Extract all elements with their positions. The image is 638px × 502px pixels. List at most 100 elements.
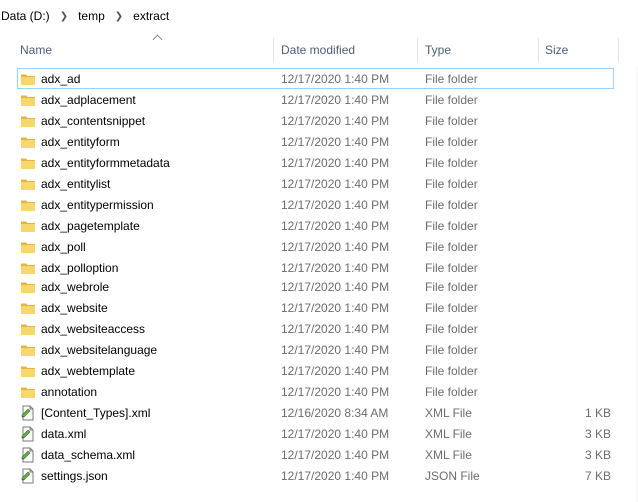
file-date-modified: 12/16/2020 8:34 AM [281, 406, 389, 420]
breadcrumb-item-extract[interactable]: extract [129, 9, 173, 23]
folder-icon [20, 71, 36, 87]
column-header-bar: Name Date modified Type Size [0, 32, 638, 66]
file-type: File folder [425, 364, 478, 378]
file-type: File folder [425, 177, 478, 191]
file-name: settings.json [41, 469, 108, 483]
table-row[interactable]: annotation 12/17/2020 1:40 PM File folder [17, 381, 614, 402]
folder-icon [20, 134, 36, 150]
chevron-right-icon[interactable]: ❯ [109, 11, 129, 22]
file-date-modified: 12/17/2020 1:40 PM [281, 114, 390, 128]
file-size: 3 KB [584, 448, 611, 462]
file-name: adx_ad [41, 72, 81, 86]
table-row[interactable]: adx_pagetemplate 12/17/2020 1:40 PM File f… [17, 215, 614, 236]
table-row[interactable]: adx_websitelanguage 12/17/2020 1:40 PM Fil… [17, 339, 614, 360]
file-date-modified: 12/17/2020 1:40 PM [281, 364, 390, 378]
column-divider[interactable] [618, 38, 619, 62]
column-header-type[interactable]: Type [419, 32, 539, 66]
file-date-modified: 12/17/2020 1:40 PM [281, 93, 390, 107]
file-name: adx_contentsnippet [41, 114, 146, 128]
table-row[interactable]: adx_entityformmetadata 12/17/2020 1:40 PM… [17, 152, 614, 173]
table-row[interactable]: adx_ad 12/17/2020 1:40 PM File folder [17, 68, 614, 89]
file-name: adx_entitylist [41, 177, 111, 191]
table-row[interactable]: adx_entitypermission 12/17/2020 1:40 PM Fi… [17, 194, 614, 215]
folder-icon [20, 260, 36, 276]
file-size: 7 KB [584, 469, 611, 483]
file-name: adx_poll [41, 240, 86, 254]
file-type: File folder [425, 322, 478, 336]
table-row[interactable]: adx_website 12/17/2020 1:40 PM File folder [17, 297, 614, 318]
xml-file-icon [20, 405, 36, 421]
file-size: 1 KB [584, 406, 611, 420]
file-type: File folder [425, 240, 478, 254]
file-date-modified: 12/17/2020 1:40 PM [281, 343, 390, 357]
file-size [539, 215, 611, 236]
table-row[interactable]: data.xml 12/17/2020 1:40 PM XML File 3 KB [17, 423, 614, 444]
file-type: XML File [425, 448, 472, 462]
table-row[interactable]: adx_webtemplate 12/17/2020 1:40 PM File fo… [17, 360, 614, 381]
file-size [539, 276, 611, 297]
file-date-modified: 12/17/2020 1:40 PM [281, 240, 390, 254]
file-size: 3 KB [584, 427, 611, 441]
file-type: File folder [425, 385, 478, 399]
file-size [539, 173, 611, 194]
breadcrumb-item-temp[interactable]: temp [74, 9, 109, 23]
json-file-icon [20, 468, 36, 484]
table-row[interactable]: adx_polloption 12/17/2020 1:40 PM File fol… [17, 257, 614, 278]
file-type: File folder [425, 343, 478, 357]
file-type: File folder [425, 72, 478, 86]
file-size [539, 381, 611, 402]
breadcrumb: Data (D:) ❯ temp ❯ extract [0, 0, 638, 32]
table-row[interactable]: data_schema.xml 12/17/2020 1:40 PM XML Fil… [17, 444, 614, 465]
column-header-size[interactable]: Size [539, 32, 619, 66]
table-row[interactable]: [Content_Types].xml 12/16/2020 8:34 AM XML… [17, 402, 614, 423]
column-header-name[interactable]: Name [14, 32, 274, 66]
file-size [539, 152, 611, 173]
file-date-modified: 12/17/2020 1:40 PM [281, 322, 390, 336]
file-type: File folder [425, 280, 478, 294]
sort-ascending-icon [152, 34, 163, 45]
table-row[interactable]: adx_entityform 12/17/2020 1:40 PM File fol… [17, 131, 614, 152]
chevron-right-icon[interactable]: ❯ [54, 11, 74, 22]
file-date-modified: 12/17/2020 1:40 PM [281, 219, 390, 233]
file-name: adx_entityformmetadata [41, 156, 170, 170]
table-row[interactable]: adx_adplacement 12/17/2020 1:40 PM File fo… [17, 89, 614, 110]
folder-icon [20, 176, 36, 192]
folder-icon [20, 321, 36, 337]
column-header-type-label: Type [425, 43, 452, 57]
file-size [539, 318, 611, 339]
folder-icon [20, 218, 36, 234]
file-size [539, 68, 611, 89]
file-type: XML File [425, 427, 472, 441]
file-type: File folder [425, 93, 478, 107]
file-size [539, 194, 611, 215]
file-type: File folder [425, 156, 478, 170]
column-divider[interactable] [417, 38, 418, 62]
table-row[interactable]: adx_websiteaccess 12/17/2020 1:40 PM File … [17, 318, 614, 339]
folder-icon [20, 155, 36, 171]
file-date-modified: 12/17/2020 1:40 PM [281, 469, 390, 483]
file-size [539, 89, 611, 110]
file-type: JSON File [425, 469, 480, 483]
table-row[interactable]: adx_webrole 12/17/2020 1:40 PM File folder [17, 276, 614, 297]
file-type: File folder [425, 135, 478, 149]
file-name: [Content_Types].xml [41, 406, 151, 420]
breadcrumb-item-drive[interactable]: Data (D:) [0, 9, 54, 23]
table-row[interactable]: settings.json 12/17/2020 1:40 PM JSON File… [17, 465, 614, 486]
table-row[interactable]: adx_entitylist 12/17/2020 1:40 PM File fol… [17, 173, 614, 194]
column-divider[interactable] [273, 38, 274, 62]
file-date-modified: 12/17/2020 1:40 PM [281, 448, 390, 462]
folder-icon [20, 113, 36, 129]
file-name: adx_websitelanguage [41, 343, 158, 357]
table-row[interactable]: adx_poll 12/17/2020 1:40 PM File folder [17, 236, 614, 257]
folder-icon [20, 384, 36, 400]
file-date-modified: 12/17/2020 1:40 PM [281, 261, 390, 275]
folder-icon [20, 342, 36, 358]
file-size [539, 297, 611, 318]
file-name: adx_entitypermission [41, 198, 154, 212]
table-row[interactable]: adx_contentsnippet 12/17/2020 1:40 PM File… [17, 110, 614, 131]
column-header-name-label: Name [20, 43, 53, 57]
column-header-date[interactable]: Date modified [275, 32, 418, 66]
file-type: File folder [425, 261, 478, 275]
file-name: annotation [41, 385, 98, 399]
file-type: File folder [425, 114, 478, 128]
